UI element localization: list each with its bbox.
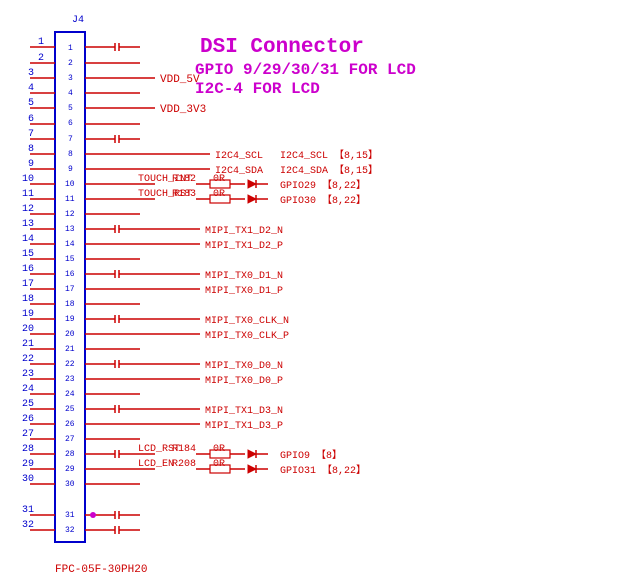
mipi-tx0-d1n: MIPI_TX0_D1_N (205, 271, 283, 282)
vdd3v3-label: VDD_3V3 (160, 104, 206, 116)
pin-25-num: 25 (22, 399, 34, 410)
pin-30-num: 30 (22, 474, 34, 485)
mipi-tx0-d1p: MIPI_TX0_D1_P (205, 286, 283, 297)
i2c4scl-label: I2C4_SCL (215, 151, 263, 162)
pin-20-num: 20 (22, 324, 34, 335)
pin-4-num: 4 (28, 83, 34, 94)
inner-pin-19: 19 (65, 315, 75, 324)
vdd5v-label: VDD_5V (160, 74, 200, 86)
lcd-en-label: LCD_EN (138, 459, 174, 470)
pin-2-num: 2 (38, 53, 44, 64)
mipi-tx0-clkn: MIPI_TX0_CLK_N (205, 316, 289, 327)
r208-val: 0R (213, 459, 225, 470)
schematic: J4 DSI Connector GPIO 9/29/30/31 FOR LCD… (0, 0, 639, 585)
mipi-tx0-clkp: MIPI_TX0_CLK_P (205, 331, 289, 342)
pin-8-num: 8 (28, 144, 34, 155)
pin-24-num: 24 (22, 384, 34, 395)
inner-pin-14: 14 (65, 240, 75, 249)
pin-22-num: 22 (22, 354, 34, 365)
right-i2c4sda: I2C4_SDA 【8,15】 (280, 164, 378, 177)
inner-pin-13: 13 (65, 225, 75, 234)
inner-pin-26: 26 (65, 420, 75, 429)
title-line3: I2C-4 FOR LCD (195, 80, 320, 98)
pin-7-num: 7 (28, 129, 34, 140)
mipi-tx1-d3p: MIPI_TX1_D3_P (205, 421, 283, 432)
right-gpio30: GPIO30 【8,22】 (280, 194, 366, 207)
pin-29-num: 29 (22, 459, 34, 470)
r182-ref: R182 (172, 174, 196, 185)
inner-pin-12: 12 (65, 210, 75, 219)
mipi-tx1-d3n: MIPI_TX1_D3_N (205, 406, 283, 417)
right-gpio29: GPIO29 【8,22】 (280, 179, 366, 192)
inner-pin-27: 27 (65, 435, 75, 444)
inner-pin-18: 18 (65, 300, 75, 309)
inner-pin-28: 28 (65, 450, 75, 459)
pin-23-num: 23 (22, 369, 34, 380)
inner-pin-24: 24 (65, 390, 75, 399)
inner-pin-10: 10 (65, 180, 75, 189)
mipi-tx1-d2n: MIPI_TX1_D2_N (205, 226, 283, 237)
pin-17-num: 17 (22, 279, 34, 290)
mipi-tx0-d0n: MIPI_TX0_D0_N (205, 361, 283, 372)
pin-13-num: 13 (22, 219, 34, 230)
pin-31-num: 31 (22, 505, 34, 516)
inner-pin-4: 4 (68, 89, 73, 98)
r184-ref: R184 (172, 444, 196, 455)
inner-pin-22: 22 (65, 360, 75, 369)
pin-18-num: 18 (22, 294, 34, 305)
r183-val: 0R (213, 189, 225, 200)
pin-16-num: 16 (22, 264, 34, 275)
title-line1: DSI Connector (200, 36, 364, 59)
inner-pin-7: 7 (68, 135, 73, 144)
pin-3-num: 3 (28, 68, 34, 79)
pin-32-num: 32 (22, 520, 34, 531)
inner-pin-8: 8 (68, 150, 73, 159)
inner-pin-32: 32 (65, 526, 75, 535)
right-i2c4scl: I2C4_SCL 【8,15】 (280, 149, 378, 162)
inner-pin-6: 6 (68, 119, 73, 128)
r208-ref: R208 (172, 459, 196, 470)
inner-pin-16: 16 (65, 270, 75, 279)
pin-21-num: 21 (22, 339, 34, 350)
title-line2: GPIO 9/29/30/31 FOR LCD (195, 61, 416, 79)
r183-ref: R183 (172, 189, 196, 200)
pin-11-num: 11 (22, 189, 34, 200)
pin-28-num: 28 (22, 444, 34, 455)
r182-val: 0R (213, 174, 225, 185)
pin-27-num: 27 (22, 429, 34, 440)
inner-pin-9: 9 (68, 165, 73, 174)
inner-pin-5: 5 (68, 104, 73, 113)
inner-pin-20: 20 (65, 330, 75, 339)
pin-5-num: 5 (28, 98, 34, 109)
inner-pin-25: 25 (65, 405, 75, 414)
pin-12-num: 12 (22, 204, 34, 215)
inner-pin-2: 2 (68, 59, 73, 68)
inner-pin-30: 30 (65, 480, 75, 489)
pin-14-num: 14 (22, 234, 34, 245)
inner-pin-17: 17 (65, 285, 75, 294)
pin-26-num: 26 (22, 414, 34, 425)
component-ref: J4 (72, 15, 84, 26)
pin-15-num: 15 (22, 249, 34, 260)
mipi-tx1-d2p: MIPI_TX1_D2_P (205, 241, 283, 252)
footprint-label: FPC-05F-30PH20 (55, 564, 147, 576)
inner-pin-29: 29 (65, 465, 75, 474)
right-gpio9: GPIO9 【8】 (280, 449, 342, 462)
inner-pin-15: 15 (65, 255, 75, 264)
inner-pin-31: 31 (65, 511, 75, 520)
pin-9-num: 9 (28, 159, 34, 170)
inner-pin-1: 1 (68, 44, 73, 53)
pin-1-num: 1 (38, 37, 44, 48)
pin-10-num: 10 (22, 174, 34, 185)
mipi-tx0-d0p: MIPI_TX0_D0_P (205, 376, 283, 387)
inner-pin-23: 23 (65, 375, 75, 384)
inner-pin-3: 3 (68, 74, 73, 83)
r184-val: 0R (213, 444, 225, 455)
pin-6-num: 6 (28, 114, 34, 125)
inner-pin-11: 11 (65, 195, 75, 204)
right-gpio31: GPIO31 【8,22】 (280, 464, 366, 477)
inner-pin-21: 21 (65, 345, 75, 354)
pin-19-num: 19 (22, 309, 34, 320)
